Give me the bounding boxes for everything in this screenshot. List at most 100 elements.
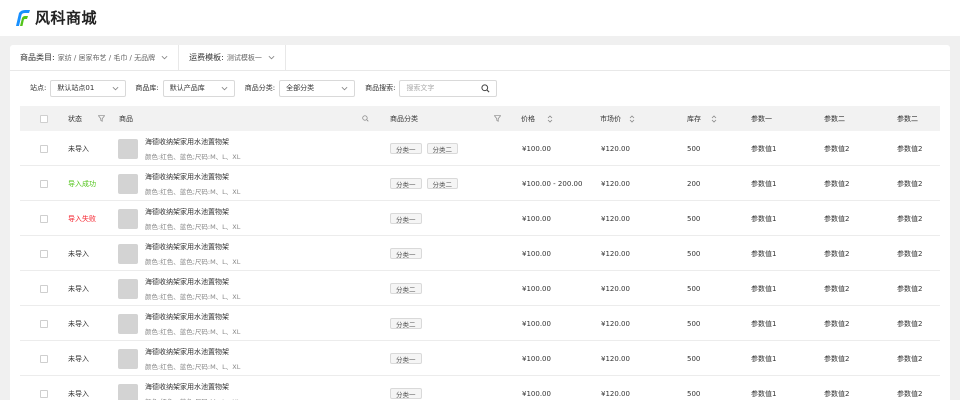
product-thumbnail[interactable] <box>118 243 138 264</box>
search-input[interactable]: 搜索文字 <box>399 79 498 97</box>
logo[interactable]: 风科商城 <box>14 7 97 28</box>
category-filter-cell[interactable] <box>494 106 501 131</box>
category-bar: 商品类目: 家纺 / 居家布艺 / 毛巾 / 无品牌 运费模板: 测试模板一 <box>10 45 950 71</box>
row-checkbox[interactable] <box>40 306 48 341</box>
stock-cell: 500 <box>687 131 700 166</box>
logo-icon <box>16 9 30 26</box>
filter-icon[interactable] <box>98 115 105 122</box>
market-price-value: ¥120.00 <box>601 179 630 188</box>
param2-cell: 参数值2 <box>824 341 849 376</box>
param1-value: 参数值1 <box>751 179 777 188</box>
market-price-cell: ¥120.00 <box>601 131 630 166</box>
product-name[interactable]: 海德收纳架家用水池置物架 <box>145 382 240 392</box>
product-thumbnail[interactable] <box>118 278 138 299</box>
select-all-checkbox[interactable] <box>40 106 48 131</box>
product-name[interactable]: 海德收纳架家用水池置物架 <box>145 347 240 357</box>
top-bar: 风科商城 <box>0 0 960 36</box>
param2-cell: 参数值2 <box>824 271 849 306</box>
product-thumbnail[interactable] <box>118 313 138 334</box>
product-cell[interactable]: 海德收纳架家用水池置物架 颜色:红色、蓝色;尺码:M、L、XL <box>118 166 240 201</box>
product-cell[interactable]: 海德收纳架家用水池置物架 颜色:红色、蓝色;尺码:M、L、XL <box>118 341 240 376</box>
search-icon[interactable] <box>481 83 490 93</box>
market-price-value: ¥120.00 <box>601 214 630 223</box>
status-text: 导入失败 <box>68 214 96 223</box>
library-select[interactable]: 默认产品库 <box>162 79 235 97</box>
param2-cell: 参数值2 <box>824 236 849 271</box>
category-tag: 分类二 <box>390 318 422 329</box>
table-row[interactable]: 未导入 海德收纳架家用水池置物架 颜色:红色、蓝色;尺码:M、L、XL 分类二 … <box>20 271 940 306</box>
product-thumbnail[interactable] <box>118 138 138 159</box>
category-tags: 分类一 <box>390 201 427 236</box>
row-checkbox[interactable] <box>40 166 48 201</box>
row-checkbox[interactable] <box>40 271 48 306</box>
price-cell: ¥100.00 - 200.00 <box>522 166 582 201</box>
table-row[interactable]: 导入成功 海德收纳架家用水池置物架 颜色:红色、蓝色;尺码:M、L、XL 分类一… <box>20 166 940 201</box>
param1-cell: 参数值1 <box>751 131 776 166</box>
product-cell[interactable]: 海德收纳架家用水池置物架 颜色:红色、蓝色;尺码:M、L、XL <box>118 306 240 341</box>
stock-cell: 200 <box>687 166 700 201</box>
product-name[interactable]: 海德收纳架家用水池置物架 <box>145 277 240 287</box>
stock-header[interactable]: 库存 <box>687 106 717 131</box>
row-checkbox[interactable] <box>40 341 48 376</box>
category-tag: 分类一 <box>390 248 422 259</box>
status-text: 未导入 <box>68 144 89 153</box>
table-row[interactable]: 未导入 海德收纳架家用水池置物架 颜色:红色、蓝色;尺码:M、L、XL 分类一分… <box>20 131 940 166</box>
product-name[interactable]: 海德收纳架家用水池置物架 <box>145 172 240 182</box>
sort-icon[interactable] <box>711 114 717 123</box>
product-cell[interactable]: 海德收纳架家用水池置物架 颜色:红色、蓝色;尺码:M、L、XL <box>118 271 240 306</box>
param3-header: 参数二 <box>897 106 918 131</box>
sort-icon[interactable] <box>547 114 553 123</box>
param1-cell: 参数值1 <box>751 271 776 306</box>
row-status: 未导入 <box>68 131 89 166</box>
row-status: 未导入 <box>68 271 89 306</box>
product-spec: 颜色:红色、蓝色;尺码:M、L、XL <box>145 187 241 196</box>
product-cell[interactable]: 海德收纳架家用水池置物架 颜色:红色、蓝色;尺码:M、L、XL <box>118 376 240 400</box>
category-selector[interactable]: 商品类目: 家纺 / 居家布艺 / 毛巾 / 无品牌 <box>10 45 180 71</box>
product-name[interactable]: 海德收纳架家用水池置物架 <box>145 312 240 322</box>
product-thumbnail[interactable] <box>118 348 138 369</box>
shipping-template-selector[interactable]: 运费模板: 测试模板一 <box>179 45 286 71</box>
product-search-icon-cell[interactable] <box>362 106 369 131</box>
stock-value: 500 <box>687 144 701 153</box>
param2-value: 参数值2 <box>824 389 850 398</box>
param1-value: 参数值1 <box>751 214 777 223</box>
status-text: 未导入 <box>68 249 89 258</box>
search-icon[interactable] <box>362 115 369 122</box>
table-row[interactable]: 未导入 海德收纳架家用水池置物架 颜色:红色、蓝色;尺码:M、L、XL 分类一 … <box>20 236 940 271</box>
market-price-header[interactable]: 市场价 <box>600 106 635 131</box>
price-cell: ¥100.00 <box>522 201 551 236</box>
table-row[interactable]: 未导入 海德收纳架家用水池置物架 颜色:红色、蓝色;尺码:M、L、XL 分类一 … <box>20 341 940 376</box>
row-checkbox[interactable] <box>40 131 48 166</box>
product-thumbnail[interactable] <box>118 208 138 229</box>
sort-icon[interactable] <box>629 114 635 123</box>
param2-value: 参数值2 <box>824 179 850 188</box>
product-name[interactable]: 海德收纳架家用水池置物架 <box>145 137 240 147</box>
row-checkbox[interactable] <box>40 376 48 400</box>
status-text: 导入成功 <box>68 179 96 188</box>
price-header[interactable]: 价格 <box>521 106 553 131</box>
product-name[interactable]: 海德收纳架家用水池置物架 <box>145 207 240 217</box>
product-cell[interactable]: 海德收纳架家用水池置物架 颜色:红色、蓝色;尺码:M、L、XL <box>118 236 240 271</box>
price-cell: ¥100.00 <box>522 131 551 166</box>
param3-cell: 参数值2 <box>897 131 922 166</box>
product-cell[interactable]: 海德收纳架家用水池置物架 颜色:红色、蓝色;尺码:M、L、XL <box>118 201 240 236</box>
row-checkbox[interactable] <box>40 201 48 236</box>
table-row[interactable]: 导入失败 海德收纳架家用水池置物架 颜色:红色、蓝色;尺码:M、L、XL 分类一… <box>20 201 940 236</box>
category-tag: 分类二 <box>390 283 422 294</box>
market-price-cell: ¥120.00 <box>601 166 630 201</box>
main-card: 商品类目: 家纺 / 居家布艺 / 毛巾 / 无品牌 运费模板: 测试模板一 站… <box>10 45 950 400</box>
product-name[interactable]: 海德收纳架家用水池置物架 <box>145 242 240 252</box>
product-thumbnail[interactable] <box>118 383 138 400</box>
product-category-select[interactable]: 全部分类 <box>279 79 356 97</box>
product-thumbnail[interactable] <box>118 173 138 194</box>
param1-value: 参数值1 <box>751 284 777 293</box>
table-row[interactable]: 未导入 海德收纳架家用水池置物架 颜色:红色、蓝色;尺码:M、L、XL 分类一 … <box>20 376 940 400</box>
table-row[interactable]: 未导入 海德收纳架家用水池置物架 颜色:红色、蓝色;尺码:M、L、XL 分类二 … <box>20 306 940 341</box>
param3-value: 参数值2 <box>897 179 923 188</box>
param1-cell: 参数值1 <box>751 236 776 271</box>
site-select[interactable]: 默认站点01 <box>50 79 127 97</box>
row-checkbox[interactable] <box>40 236 48 271</box>
filter-icon[interactable] <box>494 115 501 122</box>
product-cell[interactable]: 海德收纳架家用水池置物架 颜色:红色、蓝色;尺码:M、L、XL <box>118 131 240 166</box>
price-value: ¥100.00 <box>522 319 551 328</box>
